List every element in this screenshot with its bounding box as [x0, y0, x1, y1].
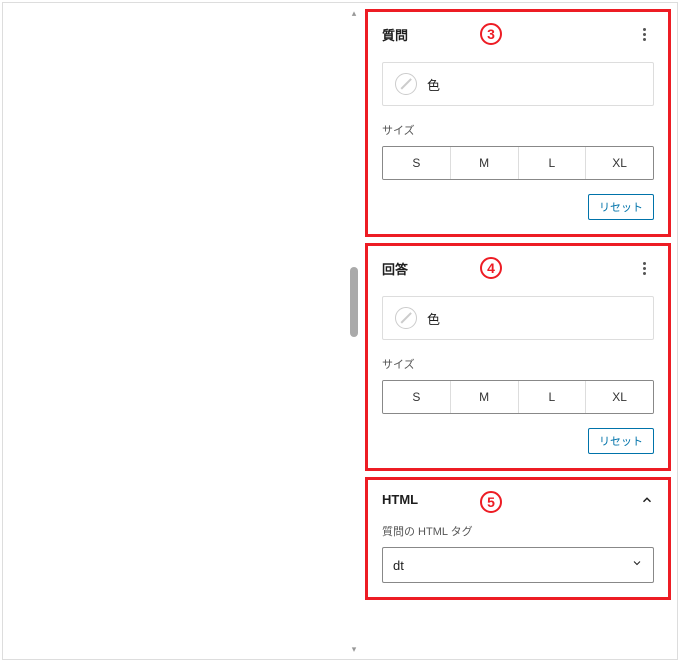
size-xl-button[interactable]: XL — [586, 147, 653, 179]
reset-button[interactable]: リセット — [588, 194, 654, 220]
scrollbar-track[interactable]: ▴ ▾ — [348, 3, 360, 659]
scroll-up-icon[interactable]: ▴ — [348, 7, 360, 19]
panel-question: 3 質問 色 サイズ S M L XL リセット — [365, 9, 671, 237]
size-s-button[interactable]: S — [383, 381, 451, 413]
panel-title-html: HTML — [382, 492, 418, 507]
size-field-label: サイズ — [382, 122, 654, 138]
chevron-down-icon — [631, 556, 643, 574]
color-picker-button[interactable]: 色 — [382, 62, 654, 106]
more-options-icon[interactable] — [634, 24, 654, 44]
reset-button[interactable]: リセット — [588, 428, 654, 454]
chevron-up-icon — [640, 493, 654, 507]
size-field-label: サイズ — [382, 356, 654, 372]
size-xl-button[interactable]: XL — [586, 381, 653, 413]
size-s-button[interactable]: S — [383, 147, 451, 179]
annotation-marker-4: 4 — [480, 257, 502, 279]
more-options-icon[interactable] — [634, 258, 654, 278]
color-label: 色 — [427, 75, 440, 94]
size-l-button[interactable]: L — [519, 381, 587, 413]
size-l-button[interactable]: L — [519, 147, 587, 179]
sidebar: 3 質問 色 サイズ S M L XL リセット — [363, 3, 673, 659]
color-picker-button[interactable]: 色 — [382, 296, 654, 340]
color-swatch-none-icon — [395, 307, 417, 329]
scrollbar-thumb[interactable] — [350, 267, 358, 337]
size-m-button[interactable]: M — [451, 147, 519, 179]
html-tag-select[interactable]: dt — [382, 547, 654, 583]
panel-answer: 4 回答 色 サイズ S M L XL リセット — [365, 243, 671, 471]
color-swatch-none-icon — [395, 73, 417, 95]
color-label: 色 — [427, 309, 440, 328]
panel-header[interactable]: HTML — [382, 492, 654, 507]
panel-title-answer: 回答 — [382, 259, 408, 278]
panel-header: 質問 — [382, 24, 654, 44]
panel-header: 回答 — [382, 258, 654, 278]
annotation-marker-3: 3 — [480, 23, 502, 45]
html-tag-field-label: 質問の HTML タグ — [382, 523, 654, 539]
size-button-group: S M L XL — [382, 380, 654, 414]
select-value: dt — [393, 558, 404, 573]
panel-html: 5 HTML 質問の HTML タグ dt — [365, 477, 671, 600]
size-button-group: S M L XL — [382, 146, 654, 180]
scroll-down-icon[interactable]: ▾ — [348, 643, 360, 655]
panel-title-question: 質問 — [382, 25, 408, 44]
size-m-button[interactable]: M — [451, 381, 519, 413]
annotation-marker-5: 5 — [480, 491, 502, 513]
